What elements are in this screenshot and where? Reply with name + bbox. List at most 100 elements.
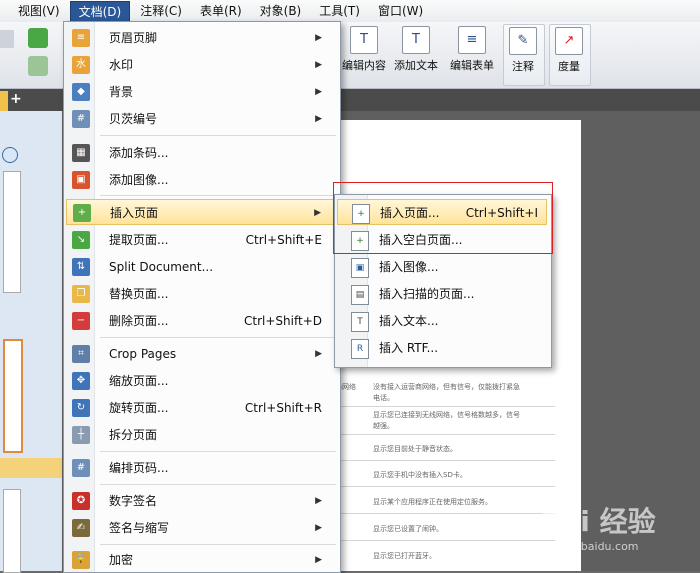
annotate-inner: ✎ 注释	[501, 25, 545, 83]
submenu-arrow-icon: ▶	[315, 60, 322, 70]
measure-inner: ↗ 度量	[547, 25, 591, 83]
page-text-line: 没有接入运营商网络，但有信号，仅能拨打紧急	[373, 383, 520, 391]
document-tab[interactable]	[0, 91, 8, 111]
edit-form-label: 编辑表单	[450, 59, 494, 72]
add-image-icon: ▣	[72, 171, 90, 189]
page-text-line: 显示您已打开蓝牙。	[373, 552, 436, 560]
table-rule	[335, 486, 555, 487]
measure-button[interactable]: ↗ 度量	[549, 24, 591, 86]
menu-item-sign-initials[interactable]: ✍ 签名与缩写 ▶	[66, 515, 336, 541]
menu-item-header-footer[interactable]: ≡ 页眉页脚 ▶	[66, 25, 336, 51]
encrypt-icon: 🔒	[72, 551, 90, 569]
menu-item-bates-numbering[interactable]: # 贝茨编号 ▶	[66, 106, 336, 132]
scanner-icon: ▤	[351, 285, 369, 305]
menu-item-split-document[interactable]: ⇅ Split Document...	[66, 254, 336, 280]
page-text-line: 电话。	[373, 394, 394, 402]
back-arrow-icon[interactable]	[28, 28, 48, 48]
insert-image-icon: ▣	[351, 258, 369, 278]
menu-item-delete-pages[interactable]: − 删除页面... Ctrl+Shift+D	[66, 308, 336, 334]
page-thumbnail[interactable]	[3, 339, 23, 453]
menu-separator	[100, 135, 336, 136]
crop-icon: ⌗	[72, 345, 90, 363]
replace-page-icon: ❐	[72, 285, 90, 303]
edit-form-button[interactable]: ≡ 编辑表单	[450, 24, 494, 82]
document-menu: ≡ 页眉页脚 ▶ 水 水印 ▶ ◆ 背景 ▶ # 贝茨编号 ▶ ▦ 添加条码..…	[63, 21, 341, 573]
digital-signature-icon: ✪	[72, 492, 90, 510]
add-text-button[interactable]: T 添加文本	[394, 24, 438, 82]
menu-item-scale-pages[interactable]: ✥ 缩放页面...	[66, 368, 336, 394]
menu-item-split-pages[interactable]: ┼ 拆分页面	[66, 422, 336, 448]
edit-content-button[interactable]: T 编辑内容	[342, 24, 386, 82]
annotate-label: 注释	[512, 60, 534, 73]
submenu-arrow-icon: ▶	[315, 87, 322, 97]
zoom-out-icon[interactable]	[2, 147, 18, 163]
header-footer-icon: ≡	[72, 29, 90, 47]
submenu-arrow-icon: ▶	[315, 555, 322, 565]
menu-form[interactable]: 表单(R)	[192, 1, 250, 21]
page-thumbnail[interactable]	[3, 171, 21, 293]
edit-content-label: 编辑内容	[342, 59, 386, 72]
table-rule	[335, 513, 555, 514]
sign-initials-icon: ✍	[72, 519, 90, 537]
menu-item-page-numbering[interactable]: # 编排页码...	[66, 455, 336, 481]
menu-view[interactable]: 视图(V)	[10, 1, 68, 21]
menu-item-rotate-pages[interactable]: ↻ 旋转页面... Ctrl+Shift+R	[66, 395, 336, 421]
menu-separator	[100, 195, 336, 196]
menu-document[interactable]: 文档(D)	[69, 0, 131, 22]
measure-icon: ↗	[555, 27, 583, 55]
menu-tools[interactable]: 工具(T)	[311, 1, 368, 21]
menu-item-digital-signature[interactable]: ✪ 数字签名 ▶	[66, 488, 336, 514]
submenu-arrow-icon: ▶	[314, 208, 321, 218]
submenu-item-insert-rtf[interactable]: R 插入 RTF...	[337, 335, 547, 361]
page-thumbnail[interactable]	[3, 489, 21, 573]
menu-bar: 视图(V) 文档(D) 注释(C) 表单(R) 对象(B) 工具(T) 窗口(W…	[0, 0, 700, 23]
page-text-line: 显示您目前处于静音状态。	[373, 445, 457, 453]
annotate-button[interactable]: ✎ 注释	[503, 24, 545, 86]
menu-item-insert-pages[interactable]: + 插入页面 ▶	[66, 199, 336, 225]
scale-page-icon: ✥	[72, 372, 90, 390]
menu-object[interactable]: 对象(B)	[252, 1, 310, 21]
extract-page-icon: ↘	[72, 231, 90, 249]
background-icon: ◆	[72, 83, 90, 101]
submenu-item-insert-image[interactable]: ▣ 插入图像...	[337, 254, 547, 280]
thumbnail-panel	[0, 111, 63, 573]
edit-form-icon: ≡	[458, 26, 486, 54]
menu-separator	[100, 544, 336, 545]
menu-separator	[100, 451, 336, 452]
submenu-arrow-icon: ▶	[315, 496, 322, 506]
submenu-arrow-icon: ▶	[315, 523, 322, 533]
menu-item-background[interactable]: ◆ 背景 ▶	[66, 79, 336, 105]
table-rule	[335, 540, 555, 541]
selected-thumbnail-band	[0, 458, 62, 478]
page-text-line: 显示您已设置了闹钟。	[373, 525, 443, 533]
menu-separator	[100, 484, 336, 485]
split-document-icon: ⇅	[72, 258, 90, 276]
insert-page-icon: +	[73, 204, 91, 222]
insert-rtf-icon: R	[351, 339, 369, 359]
page-text-line: 显示您已连接到无线网络，信号格数越多，信号	[373, 411, 520, 419]
menu-item-extract-pages[interactable]: ↘ 提取页面... Ctrl+Shift+E	[66, 227, 336, 253]
menu-item-replace-pages[interactable]: ❐ 替换页面...	[66, 281, 336, 307]
forward-arrow-icon[interactable]	[28, 56, 48, 76]
menu-item-add-barcode[interactable]: ▦ 添加条码...	[66, 140, 336, 166]
watermark-icon: 水	[72, 56, 90, 74]
menu-item-encrypt[interactable]: 🔒 加密 ▶	[66, 547, 336, 573]
menu-comment[interactable]: 注释(C)	[132, 1, 190, 21]
submenu-item-insert-scanned-page[interactable]: ▤ 插入扫描的页面...	[337, 281, 547, 307]
new-tab-icon[interactable]: +	[10, 91, 22, 107]
rotate-page-icon: ↻	[72, 399, 90, 417]
annotation-highlight-box	[333, 182, 553, 254]
add-text-icon: T	[402, 26, 430, 54]
split-page-icon: ┼	[72, 426, 90, 444]
menu-item-crop-pages[interactable]: ⌗ Crop Pages ▶	[66, 341, 336, 367]
menu-item-add-image[interactable]: ▣ 添加图像...	[66, 167, 336, 193]
add-text-label: 添加文本	[394, 59, 438, 72]
page-text-line: 显示您手机中没有插入SD卡。	[373, 471, 467, 479]
pencil-icon[interactable]	[0, 30, 14, 48]
baidu-watermark-url: jingyan.baidu.com	[537, 540, 639, 553]
delete-page-icon: −	[72, 312, 90, 330]
baidu-watermark-logo: Bai 经验	[540, 505, 656, 538]
menu-window[interactable]: 窗口(W)	[370, 1, 431, 21]
menu-item-watermark[interactable]: 水 水印 ▶	[66, 52, 336, 78]
submenu-item-insert-text[interactable]: T 插入文本...	[337, 308, 547, 334]
